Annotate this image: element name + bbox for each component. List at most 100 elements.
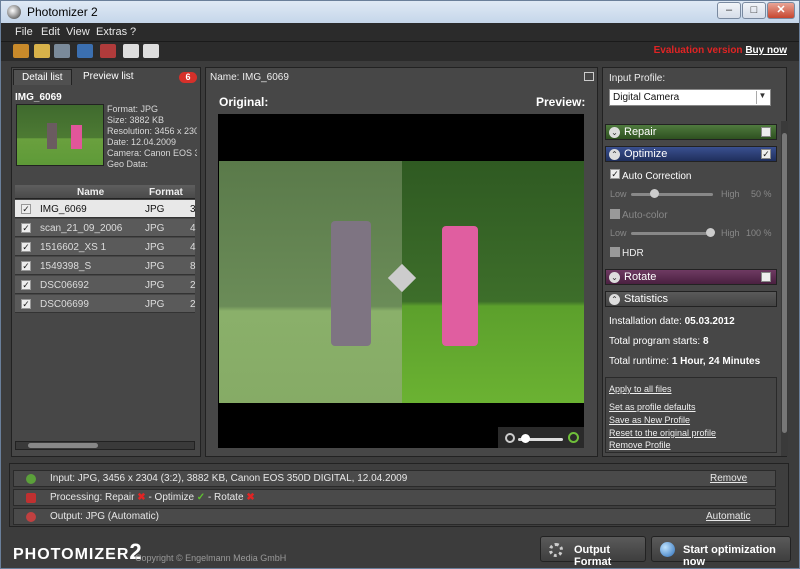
hdr-checkbox[interactable]: [610, 247, 620, 257]
set-defaults-link[interactable]: Set as profile defaults: [609, 402, 696, 412]
column-format[interactable]: Format: [149, 187, 183, 198]
auto-correction-checkbox[interactable]: ✓: [610, 169, 620, 179]
popout-icon[interactable]: [584, 72, 594, 81]
row-checkbox[interactable]: ✓: [21, 223, 31, 233]
rotate-checkbox[interactable]: [761, 272, 771, 282]
scrollbar-thumb[interactable]: [782, 133, 787, 433]
correction-slider-knob[interactable]: [650, 189, 659, 198]
auto-color-label: Auto-color: [622, 210, 668, 221]
row-checkbox[interactable]: ✓: [21, 204, 31, 214]
processing-text: Processing: Repair ✖ - Optimize ✓ - Rota…: [50, 492, 255, 503]
column-name[interactable]: Name: [77, 187, 104, 198]
save-profile-link[interactable]: Save as New Profile: [609, 415, 690, 425]
total-runtime-value: 1 Hour, 24 Minutes: [671, 356, 761, 367]
row-format: JPG: [145, 223, 165, 234]
globe-icon: [660, 542, 675, 557]
menu-view[interactable]: View: [66, 26, 90, 38]
tab-preview-list[interactable]: Preview list: [75, 69, 142, 85]
preview-image: [402, 161, 584, 403]
optimize-checkbox[interactable]: ✓: [761, 149, 771, 159]
row-checkbox[interactable]: ✓: [21, 261, 31, 271]
menu-edit[interactable]: Edit: [41, 26, 60, 38]
zoom-slider-knob[interactable]: [521, 434, 530, 443]
original-image: [219, 161, 402, 403]
high-label-1: High: [721, 189, 740, 199]
color-slider[interactable]: [631, 232, 713, 235]
apply-all-link[interactable]: Apply to all files: [609, 384, 672, 394]
row-checkbox[interactable]: ✓: [21, 299, 31, 309]
start-optimization-button[interactable]: Start optimization now: [651, 536, 791, 568]
row-extra: 4: [190, 242, 196, 253]
split-view-icon[interactable]: [143, 44, 159, 58]
row-checkbox[interactable]: ✓: [21, 280, 31, 290]
buy-now-link[interactable]: Buy now: [745, 45, 787, 56]
output-automatic-link[interactable]: Automatic: [706, 511, 750, 522]
expand-icon[interactable]: ⌄: [609, 127, 620, 138]
table-row[interactable]: ✓ IMG_6069 JPG 3: [15, 200, 196, 218]
output-format-button[interactable]: Output Format: [540, 536, 646, 568]
processing-rotate: - Rotate: [207, 492, 244, 503]
window-title: Photomizer 2: [27, 5, 98, 19]
open-icon[interactable]: [13, 44, 29, 58]
expand-icon[interactable]: ⌄: [609, 272, 620, 283]
maximize-button[interactable]: □: [742, 2, 766, 19]
section-statistics[interactable]: ⌃ Statistics: [605, 291, 777, 307]
table-row[interactable]: ✓ DSC06692 JPG 2: [15, 276, 196, 294]
tab-detail-list[interactable]: Detail list: [13, 69, 72, 85]
correction-slider[interactable]: [631, 193, 713, 196]
section-optimize[interactable]: ⌃ Optimize ✓: [605, 146, 777, 162]
processing-optimize: - Optimize: [148, 492, 194, 503]
remove-icon[interactable]: [100, 44, 116, 58]
info-date: Date: 12.04.2009: [107, 137, 177, 147]
image-viewport[interactable]: [218, 114, 584, 448]
row-extra: 3: [190, 204, 196, 215]
zoom-out-icon[interactable]: [505, 433, 515, 443]
folder-icon[interactable]: [34, 44, 50, 58]
remove-profile-link[interactable]: Remove Profile: [609, 440, 671, 450]
row-checkbox[interactable]: ✓: [21, 242, 31, 252]
scrollbar-thumb[interactable]: [28, 443, 98, 448]
gear-icon: [549, 543, 563, 557]
row-name: scan_21_09_2006: [40, 223, 123, 234]
single-view-icon[interactable]: [123, 44, 139, 58]
low-label-1: Low: [610, 189, 627, 199]
collapse-icon[interactable]: ⌃: [609, 294, 620, 305]
close-button[interactable]: ✕: [767, 2, 795, 19]
table-row[interactable]: ✓ 1516602_XS 1 JPG 4: [15, 238, 196, 256]
info-format: Format: JPG: [107, 104, 159, 114]
remove-input-link[interactable]: Remove: [710, 473, 747, 484]
total-runtime-label: Total runtime:: [609, 356, 670, 367]
input-profile-value: Digital Camera: [613, 92, 680, 103]
menu-file[interactable]: File: [15, 26, 33, 38]
row-name: 1516602_XS 1: [40, 242, 107, 253]
collapse-icon[interactable]: ⌃: [609, 149, 620, 160]
app-logo: PHOTOMIZER2: [13, 539, 143, 565]
table-row[interactable]: ✓ 1549398_S JPG 8: [15, 257, 196, 275]
save-icon[interactable]: [77, 44, 93, 58]
vertical-scrollbar[interactable]: [781, 121, 788, 456]
import-icon[interactable]: [54, 44, 70, 58]
table-row[interactable]: ✓ scan_21_09_2006 JPG 4: [15, 219, 196, 237]
input-profile-select[interactable]: Digital Camera ▼: [609, 89, 771, 106]
menu-help[interactable]: ?: [130, 26, 136, 38]
zoom-in-icon[interactable]: [568, 432, 579, 443]
thumb-name: IMG_6069: [15, 92, 62, 103]
copyright: Copyright © Engelmann Media GmbH: [135, 553, 287, 563]
chevron-down-icon[interactable]: ▼: [756, 91, 768, 104]
auto-color-checkbox[interactable]: [610, 209, 620, 219]
processing-row: Processing: Repair ✖ - Optimize ✓ - Rota…: [13, 489, 776, 506]
file-grid-header: Name Format: [15, 185, 195, 199]
section-rotate[interactable]: ⌄ Rotate: [605, 269, 777, 285]
color-slider-knob[interactable]: [706, 228, 715, 237]
minimize-button[interactable]: –: [717, 2, 741, 19]
repair-checkbox[interactable]: [761, 127, 771, 137]
preview-label: Preview:: [536, 95, 586, 109]
table-row[interactable]: ✓ DSC06699 JPG 2: [15, 295, 196, 313]
cross-icon: ✖: [246, 492, 255, 503]
section-repair[interactable]: ⌄ Repair: [605, 124, 777, 140]
reset-profile-link[interactable]: Reset to the original profile: [609, 428, 716, 438]
input-icon: [26, 474, 36, 484]
menu-extras[interactable]: Extras: [96, 26, 127, 38]
thumbnail[interactable]: [16, 104, 104, 166]
horizontal-scrollbar[interactable]: [15, 441, 195, 450]
